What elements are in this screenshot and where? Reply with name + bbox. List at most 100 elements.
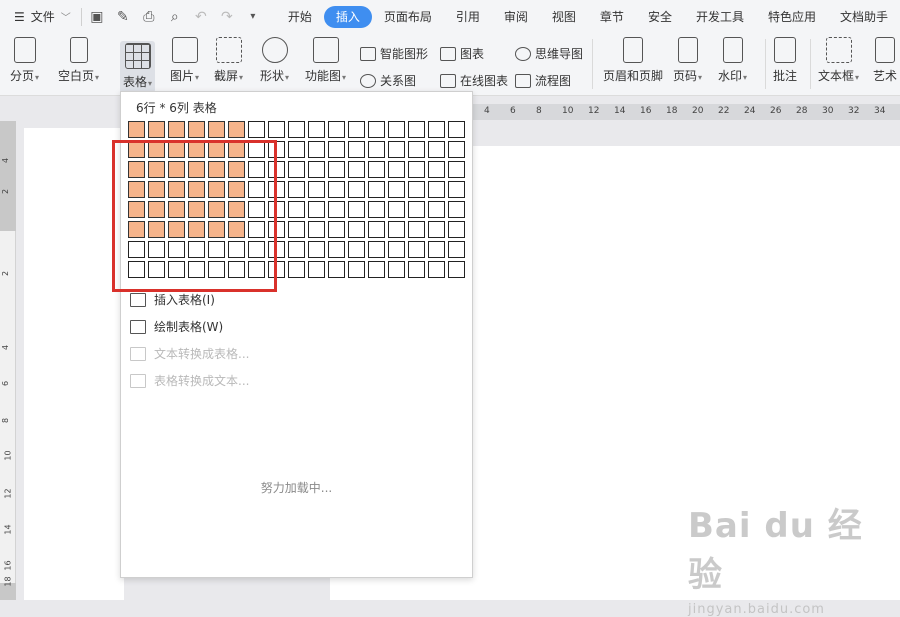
- horizontal-ruler[interactable]: 4 6 8 10 12 14 16 18 20 22 24 26 28 30 32 34: [472, 104, 900, 120]
- customize-icon[interactable]: ▾: [244, 11, 262, 22]
- table-grid-cell[interactable]: [328, 241, 345, 258]
- table-grid-cell[interactable]: [228, 261, 245, 278]
- table-grid-cell[interactable]: [388, 181, 405, 198]
- vertical-ruler[interactable]: 4 2 2 4 6 8 10 12 14 16 18: [0, 121, 16, 600]
- table-grid-cell[interactable]: [188, 161, 205, 178]
- insert-table-item[interactable]: 插入表格(I): [130, 291, 215, 308]
- relation-chart-button[interactable]: 关系图: [360, 72, 416, 89]
- table-grid-cell[interactable]: [368, 141, 385, 158]
- table-grid-cell[interactable]: [168, 161, 185, 178]
- table-grid-cell[interactable]: [268, 241, 285, 258]
- table-grid-cell[interactable]: [288, 241, 305, 258]
- table-grid-cell[interactable]: [148, 261, 165, 278]
- table-grid-cell[interactable]: [308, 221, 325, 238]
- table-grid-cell[interactable]: [428, 221, 445, 238]
- table-grid-cell[interactable]: [388, 141, 405, 158]
- table-grid-cell[interactable]: [248, 201, 265, 218]
- table-grid-cell[interactable]: [128, 261, 145, 278]
- table-grid-cell[interactable]: [448, 241, 465, 258]
- table-grid-cell[interactable]: [348, 201, 365, 218]
- table-grid-cell[interactable]: [208, 121, 225, 138]
- table-grid-cell[interactable]: [188, 181, 205, 198]
- table-grid-cell[interactable]: [308, 201, 325, 218]
- text-to-table-item[interactable]: 文本转换成表格...: [130, 345, 249, 362]
- table-grid-cell[interactable]: [408, 241, 425, 258]
- table-grid-cell[interactable]: [208, 221, 225, 238]
- table-grid-cell[interactable]: [368, 221, 385, 238]
- table-grid-cell[interactable]: [188, 201, 205, 218]
- table-grid-cell[interactable]: [448, 221, 465, 238]
- table-grid-cell[interactable]: [268, 201, 285, 218]
- table-grid-cell[interactable]: [428, 141, 445, 158]
- table-grid-cell[interactable]: [328, 201, 345, 218]
- table-to-text-item[interactable]: 表格转换成文本...: [130, 372, 249, 389]
- table-grid-cell[interactable]: [268, 141, 285, 158]
- table-grid-cell[interactable]: [308, 141, 325, 158]
- table-grid-cell[interactable]: [368, 241, 385, 258]
- table-grid-cell[interactable]: [228, 161, 245, 178]
- table-grid-cell[interactable]: [428, 121, 445, 138]
- table-grid-cell[interactable]: [428, 181, 445, 198]
- redo-icon[interactable]: ↷: [218, 9, 236, 25]
- table-grid-cell[interactable]: [148, 221, 165, 238]
- table-grid-cell[interactable]: [128, 221, 145, 238]
- art-text-button[interactable]: 艺术: [873, 37, 897, 84]
- chart-button[interactable]: 图表: [440, 45, 484, 62]
- picture-button[interactable]: 图片▾: [170, 37, 199, 84]
- table-grid-cell[interactable]: [408, 181, 425, 198]
- table-grid-cell[interactable]: [348, 121, 365, 138]
- tab-8[interactable]: 开发工具: [684, 6, 756, 28]
- table-grid-cell[interactable]: [188, 141, 205, 158]
- textbox-button[interactable]: 文本框▾: [818, 37, 859, 84]
- table-grid-cell[interactable]: [128, 181, 145, 198]
- table-grid-cell[interactable]: [368, 161, 385, 178]
- document-page[interactable]: [24, 128, 124, 600]
- table-grid-cell[interactable]: [228, 181, 245, 198]
- table-grid-cell[interactable]: [388, 161, 405, 178]
- tab-10[interactable]: 文档助手: [828, 6, 900, 28]
- table-grid-cell[interactable]: [308, 241, 325, 258]
- table-grid-cell[interactable]: [148, 161, 165, 178]
- table-grid-cell[interactable]: [448, 201, 465, 218]
- table-grid-cell[interactable]: [328, 141, 345, 158]
- table-grid-cell[interactable]: [448, 261, 465, 278]
- table-grid-cell[interactable]: [128, 141, 145, 158]
- table-grid-cell[interactable]: [288, 201, 305, 218]
- tab-9[interactable]: 特色应用: [756, 6, 828, 28]
- table-grid-cell[interactable]: [448, 161, 465, 178]
- table-grid-cell[interactable]: [148, 141, 165, 158]
- table-grid-cell[interactable]: [308, 261, 325, 278]
- save-icon[interactable]: ▣: [88, 9, 106, 25]
- table-grid-cell[interactable]: [328, 221, 345, 238]
- table-grid-cell[interactable]: [188, 121, 205, 138]
- table-grid-cell[interactable]: [168, 261, 185, 278]
- table-grid-cell[interactable]: [288, 141, 305, 158]
- tab-4[interactable]: 审阅: [492, 6, 540, 28]
- table-grid-cell[interactable]: [348, 241, 365, 258]
- table-grid-cell[interactable]: [388, 241, 405, 258]
- table-grid-cell[interactable]: [288, 221, 305, 238]
- table-grid-cell[interactable]: [308, 181, 325, 198]
- table-grid-cell[interactable]: [168, 241, 185, 258]
- online-chart-button[interactable]: 在线图表: [440, 72, 508, 89]
- table-grid-cell[interactable]: [428, 261, 445, 278]
- table-grid-cell[interactable]: [268, 181, 285, 198]
- table-grid-cell[interactable]: [308, 161, 325, 178]
- header-footer-button[interactable]: 页眉和页脚: [603, 37, 663, 84]
- table-grid-cell[interactable]: [448, 181, 465, 198]
- table-grid-cell[interactable]: [428, 241, 445, 258]
- table-grid-cell[interactable]: [188, 221, 205, 238]
- table-grid-cell[interactable]: [448, 141, 465, 158]
- table-grid-cell[interactable]: [208, 161, 225, 178]
- table-grid-cell[interactable]: [208, 181, 225, 198]
- table-grid-cell[interactable]: [428, 161, 445, 178]
- table-grid-cell[interactable]: [288, 161, 305, 178]
- table-grid-cell[interactable]: [128, 201, 145, 218]
- table-grid-cell[interactable]: [168, 221, 185, 238]
- comment-button[interactable]: 批注: [773, 37, 797, 84]
- table-grid-cell[interactable]: [328, 121, 345, 138]
- table-grid-cell[interactable]: [248, 141, 265, 158]
- watermark-button[interactable]: 水印▾: [718, 37, 747, 84]
- table-grid-cell[interactable]: [208, 261, 225, 278]
- table-grid-cell[interactable]: [168, 181, 185, 198]
